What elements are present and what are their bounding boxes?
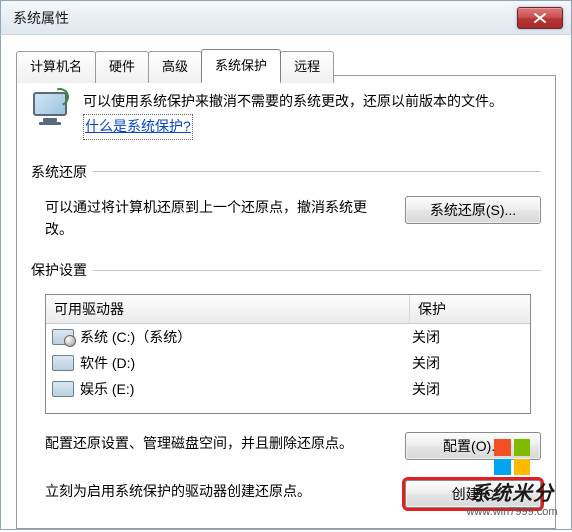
drive-label: 娱乐 (E:) — [80, 379, 412, 399]
tab-remote[interactable]: 远程 — [280, 51, 334, 83]
tab-computer-name[interactable]: 计算机名 — [16, 51, 96, 83]
section-restore-heading: 系统还原 — [31, 162, 541, 182]
tab-panel-system-protection: 可以使用系统保护来撤消不需要的系统更改，还原以前版本的文件。 什么是系统保护? … — [16, 75, 556, 529]
titlebar: 系统属性 — [0, 0, 572, 34]
system-restore-button[interactable]: 系统还原(S)... — [405, 196, 541, 224]
tabstrip: 计算机名 硬件 高级 系统保护 远程 — [16, 49, 333, 81]
tab-hardware[interactable]: 硬件 — [95, 51, 149, 83]
intro-desc: 可以使用系统保护来撤消不需要的系统更改，还原以前版本的文件。 — [83, 93, 503, 109]
intro-text: 可以使用系统保护来撤消不需要的系统更改，还原以前版本的文件。 什么是系统保护? — [83, 90, 541, 140]
restore-block: 可以通过将计算机还原到上一个还原点，撤消系统更改。 系统还原(S)... — [31, 196, 541, 241]
restore-desc: 可以通过将计算机还原到上一个还原点，撤消系统更改。 — [45, 196, 387, 241]
protection-heading-label: 保护设置 — [31, 260, 87, 280]
section-protection-heading: 保护设置 — [31, 260, 541, 280]
drive-list[interactable]: 可用驱动器 保护 系统 (C:)（系统） 关闭 软件 (D:) 关闭 娱乐 (E… — [45, 294, 531, 414]
col-protection[interactable]: 保护 — [410, 295, 530, 323]
create-button[interactable]: 创建(C — [405, 480, 541, 508]
tab-advanced[interactable]: 高级 — [148, 51, 202, 83]
drive-row[interactable]: 娱乐 (E:) 关闭 — [46, 376, 530, 402]
drive-label: 系统 (C:)（系统） — [80, 327, 412, 347]
close-button[interactable] — [517, 7, 563, 29]
configure-desc: 配置还原设置、管理磁盘空间，并且删除还原点。 — [45, 432, 387, 454]
dialog-body: 计算机名 硬件 高级 系统保护 远程 可以使用系统保护来撤消不需要的系统更改，还… — [0, 34, 572, 530]
what-is-system-protection-link[interactable]: 什么是系统保护? — [83, 114, 193, 140]
divider — [93, 270, 541, 271]
drive-label: 软件 (D:) — [80, 353, 412, 373]
create-block: 立刻为启用系统保护的驱动器创建还原点。 创建(C — [31, 480, 541, 508]
intro-row: 可以使用系统保护来撤消不需要的系统更改，还原以前版本的文件。 什么是系统保护? — [31, 90, 541, 140]
drive-icon — [52, 355, 74, 371]
col-available-drives[interactable]: 可用驱动器 — [46, 295, 410, 323]
tab-system-protection[interactable]: 系统保护 — [201, 49, 281, 81]
system-protection-icon — [31, 90, 71, 130]
drive-status: 关闭 — [412, 327, 524, 347]
drive-list-header: 可用驱动器 保护 — [46, 295, 530, 324]
configure-block: 配置还原设置、管理磁盘空间，并且删除还原点。 配置(O)... — [31, 432, 541, 460]
divider — [93, 171, 541, 172]
drive-status: 关闭 — [412, 353, 524, 373]
configure-button[interactable]: 配置(O)... — [405, 432, 541, 460]
close-icon — [534, 13, 546, 23]
drive-status: 关闭 — [412, 379, 524, 399]
create-desc: 立刻为启用系统保护的驱动器创建还原点。 — [45, 480, 387, 502]
drive-row[interactable]: 系统 (C:)（系统） 关闭 — [46, 324, 530, 350]
window-title: 系统属性 — [13, 8, 517, 28]
restore-heading-label: 系统还原 — [31, 162, 87, 182]
drive-icon — [52, 381, 74, 397]
drive-icon — [52, 329, 74, 345]
drive-row[interactable]: 软件 (D:) 关闭 — [46, 350, 530, 376]
